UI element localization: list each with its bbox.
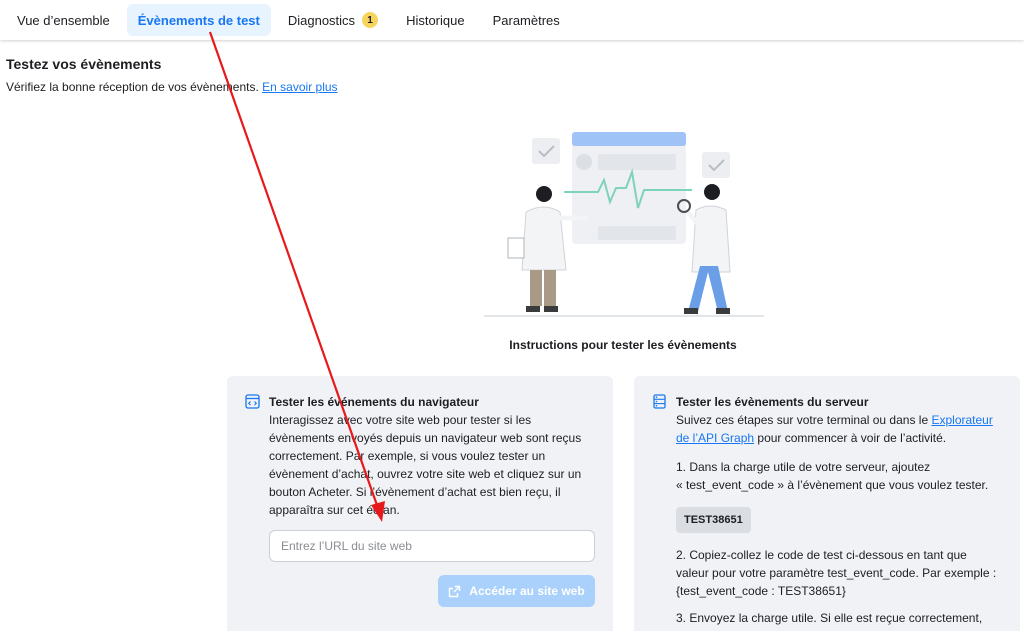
diagnostics-count-badge: 1 — [362, 12, 379, 28]
page-title: Testez vos évènements — [6, 56, 162, 72]
graph-api-explorer-link[interactable]: Explorateur — [931, 413, 992, 427]
open-website-button[interactable]: Accéder au site web — [438, 575, 595, 607]
code-window-icon — [245, 394, 260, 409]
server-icon — [653, 394, 666, 409]
step-line: 1. Dans la charge utile de votre serveur… — [676, 460, 931, 474]
tab-label: Diagnostics — [287, 12, 356, 28]
server-events-card: Tester les évènements du serveur Suivez … — [634, 376, 1020, 631]
step-line: {test_event_code : TEST38651} — [676, 584, 846, 598]
tab-label: Paramètres — [492, 12, 560, 28]
test-event-code-chip[interactable]: TEST38651 — [676, 507, 751, 533]
tab-history[interactable]: Historique — [395, 4, 476, 36]
tab-label: Vue d’ensemble — [17, 12, 110, 28]
doctors-monitor-illustration — [484, 132, 764, 317]
browser-events-card: Tester les événements du navigateur Inte… — [227, 376, 613, 631]
server-card-intro: Suivez ces étapes sur votre terminal ou … — [676, 411, 993, 447]
server-card-title: Tester les évènements du serveur — [676, 395, 869, 409]
tab-diagnostics[interactable]: Diagnostics 1 — [277, 4, 389, 36]
description-line: bouton Acheter. Si l’évènement d’achat e… — [269, 485, 561, 499]
step-line: 2. Copiez-collez le code de test ci-dess… — [676, 548, 967, 562]
subtitle-text: Vérifiez la bonne réception de vos évène… — [6, 80, 259, 94]
description-line: Interagissez avec votre site web pour te… — [269, 413, 532, 427]
description-line: évènement d’achat, ouvrez votre site web… — [269, 467, 582, 481]
server-step-3: 3. Envoyez la charge utile. Si elle est … — [676, 609, 982, 627]
instructions-title: Instructions pour tester les évènements — [509, 338, 737, 352]
website-url-input[interactable] — [269, 530, 595, 562]
tab-label: Historique — [406, 12, 465, 28]
server-step-1: 1. Dans la charge utile de votre serveur… — [676, 458, 988, 494]
intro-text: Suivez ces étapes sur votre terminal ou … — [676, 413, 929, 427]
tab-label: Évènements de test — [137, 12, 260, 28]
browser-card-description: Interagissez avec votre site web pour te… — [269, 411, 581, 519]
browser-card-title: Tester les événements du navigateur — [269, 395, 479, 409]
tab-bar: Vue d’ensemble Évènements de test Diagno… — [0, 0, 1024, 40]
page-subtitle: Vérifiez la bonne réception de vos évène… — [6, 80, 338, 94]
tab-overview[interactable]: Vue d’ensemble — [6, 4, 121, 36]
tab-settings[interactable]: Paramètres — [482, 4, 571, 36]
description-line: évènements envoyés depuis un navigateur … — [269, 431, 582, 445]
tab-test-events[interactable]: Évènements de test — [126, 4, 271, 36]
step-line: 3. Envoyez la charge utile. Si elle est … — [676, 611, 983, 625]
external-link-icon — [449, 585, 461, 597]
description-line: correctement. Par exemple, si vous voule… — [269, 449, 546, 463]
description-line: apparaîtra sur cet écran. — [269, 503, 400, 517]
step-line: valeur pour votre paramètre test_event_c… — [676, 566, 997, 580]
server-step-2: 2. Copiez-collez le code de test ci-dess… — [676, 546, 996, 600]
button-label: Accéder au site web — [469, 584, 585, 598]
learn-more-link[interactable]: En savoir plus — [262, 80, 337, 94]
graph-api-explorer-link-continued[interactable]: de l’API Graph — [676, 431, 754, 445]
step-line: « test_event_code » à l’évènement que vo… — [676, 478, 989, 492]
intro-text: pour commencer à voir de l’activité. — [757, 431, 947, 445]
